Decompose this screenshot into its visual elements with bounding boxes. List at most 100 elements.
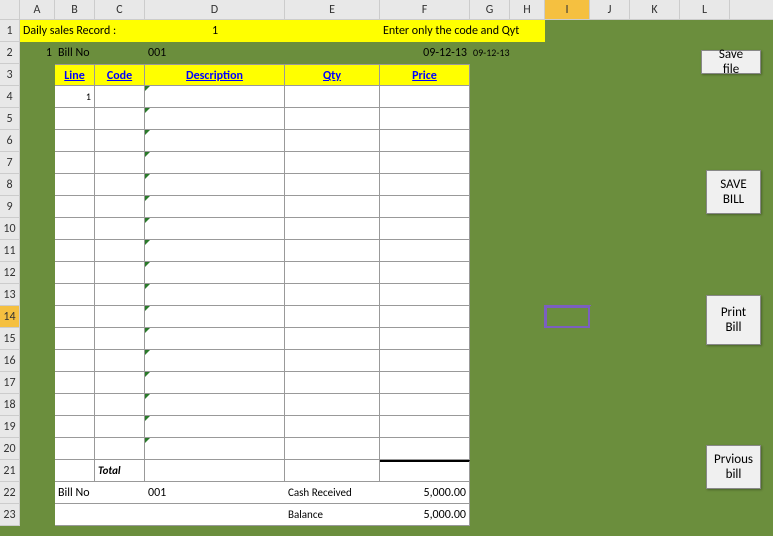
- cell[interactable]: [590, 152, 630, 174]
- print-bill-button[interactable]: Print Bill: [706, 295, 761, 345]
- cash-received-label[interactable]: Cash Received: [285, 482, 380, 504]
- price-cell[interactable]: [380, 262, 470, 284]
- cell[interactable]: [545, 108, 590, 130]
- save-bill-button[interactable]: SAVE BILL: [706, 170, 761, 214]
- cell[interactable]: [510, 86, 545, 108]
- cell[interactable]: [510, 328, 545, 350]
- code-cell[interactable]: [95, 372, 145, 394]
- cell[interactable]: [20, 394, 55, 416]
- line-cell[interactable]: [55, 372, 95, 394]
- cell[interactable]: [630, 86, 680, 108]
- cell[interactable]: [510, 218, 545, 240]
- cell[interactable]: [545, 284, 590, 306]
- cell[interactable]: [545, 174, 590, 196]
- code-cell[interactable]: [95, 394, 145, 416]
- qty-cell[interactable]: [285, 328, 380, 350]
- col-header-D[interactable]: D: [145, 0, 285, 19]
- cell[interactable]: [590, 42, 630, 64]
- code-cell[interactable]: [95, 196, 145, 218]
- description-cell[interactable]: [145, 240, 285, 262]
- price-cell[interactable]: [380, 394, 470, 416]
- code-cell[interactable]: [95, 350, 145, 372]
- description-cell[interactable]: [145, 86, 285, 108]
- row-header-15[interactable]: 15: [0, 328, 20, 350]
- cell[interactable]: [470, 130, 510, 152]
- price-cell[interactable]: [380, 108, 470, 130]
- date-small[interactable]: 09-12-13: [470, 42, 510, 64]
- description-cell[interactable]: [145, 306, 285, 328]
- cell[interactable]: [145, 460, 285, 482]
- cell[interactable]: [590, 306, 630, 328]
- description-cell[interactable]: [145, 108, 285, 130]
- price-cell[interactable]: [380, 196, 470, 218]
- cell[interactable]: [510, 42, 545, 64]
- cell[interactable]: [510, 64, 545, 86]
- row-header-19[interactable]: 19: [0, 416, 20, 438]
- price-cell[interactable]: [380, 240, 470, 262]
- code-cell[interactable]: [95, 218, 145, 240]
- previous-bill-button[interactable]: Prvious bill: [706, 445, 761, 489]
- cell[interactable]: [545, 504, 590, 526]
- cell[interactable]: [510, 460, 545, 482]
- cell[interactable]: [510, 174, 545, 196]
- price-cell[interactable]: [380, 438, 470, 460]
- row-header-23[interactable]: 23: [0, 504, 20, 526]
- line-cell[interactable]: 1: [55, 86, 95, 108]
- cell[interactable]: [20, 86, 55, 108]
- cell[interactable]: [590, 86, 630, 108]
- cell[interactable]: [470, 306, 510, 328]
- cell[interactable]: [630, 42, 680, 64]
- price-cell[interactable]: [380, 416, 470, 438]
- row-header-9[interactable]: 9: [0, 196, 20, 218]
- col-header-F[interactable]: F: [380, 0, 470, 19]
- qty-cell[interactable]: [285, 438, 380, 460]
- line-cell[interactable]: [55, 240, 95, 262]
- qty-cell[interactable]: [285, 196, 380, 218]
- qty-cell[interactable]: [285, 240, 380, 262]
- cell[interactable]: [680, 108, 730, 130]
- qty-cell[interactable]: [285, 394, 380, 416]
- cell[interactable]: [545, 152, 590, 174]
- cell[interactable]: [630, 174, 680, 196]
- cell[interactable]: [630, 438, 680, 460]
- row-header-7[interactable]: 7: [0, 152, 20, 174]
- cell[interactable]: [630, 482, 680, 504]
- save-file-button[interactable]: Save file: [701, 50, 761, 74]
- cell[interactable]: [545, 42, 590, 64]
- cell[interactable]: [510, 284, 545, 306]
- total-value[interactable]: [380, 460, 470, 482]
- cell[interactable]: [510, 152, 545, 174]
- line-cell[interactable]: [55, 108, 95, 130]
- cell[interactable]: [545, 438, 590, 460]
- cell[interactable]: [630, 284, 680, 306]
- row-header-1[interactable]: 1: [0, 20, 20, 42]
- cell[interactable]: [630, 372, 680, 394]
- cell[interactable]: [470, 460, 510, 482]
- cell[interactable]: [510, 416, 545, 438]
- description-cell[interactable]: [145, 394, 285, 416]
- cell[interactable]: [470, 504, 510, 526]
- line-cell[interactable]: [55, 196, 95, 218]
- cell[interactable]: [55, 504, 95, 526]
- cell[interactable]: [545, 196, 590, 218]
- cell[interactable]: [630, 240, 680, 262]
- cell[interactable]: [470, 350, 510, 372]
- code-cell[interactable]: [95, 284, 145, 306]
- price-cell[interactable]: [380, 328, 470, 350]
- line-cell[interactable]: [55, 218, 95, 240]
- qty-cell[interactable]: [285, 372, 380, 394]
- description-cell[interactable]: [145, 196, 285, 218]
- line-cell[interactable]: [55, 284, 95, 306]
- price-cell[interactable]: [380, 218, 470, 240]
- cell[interactable]: [590, 504, 630, 526]
- row-header-11[interactable]: 11: [0, 240, 20, 262]
- cell[interactable]: [545, 240, 590, 262]
- cell[interactable]: [20, 482, 55, 504]
- cell[interactable]: [510, 350, 545, 372]
- balance-label[interactable]: Balance: [285, 504, 380, 526]
- cell[interactable]: [510, 306, 545, 328]
- cell[interactable]: [630, 218, 680, 240]
- cell[interactable]: [680, 416, 730, 438]
- cell[interactable]: [145, 504, 285, 526]
- cell[interactable]: [510, 240, 545, 262]
